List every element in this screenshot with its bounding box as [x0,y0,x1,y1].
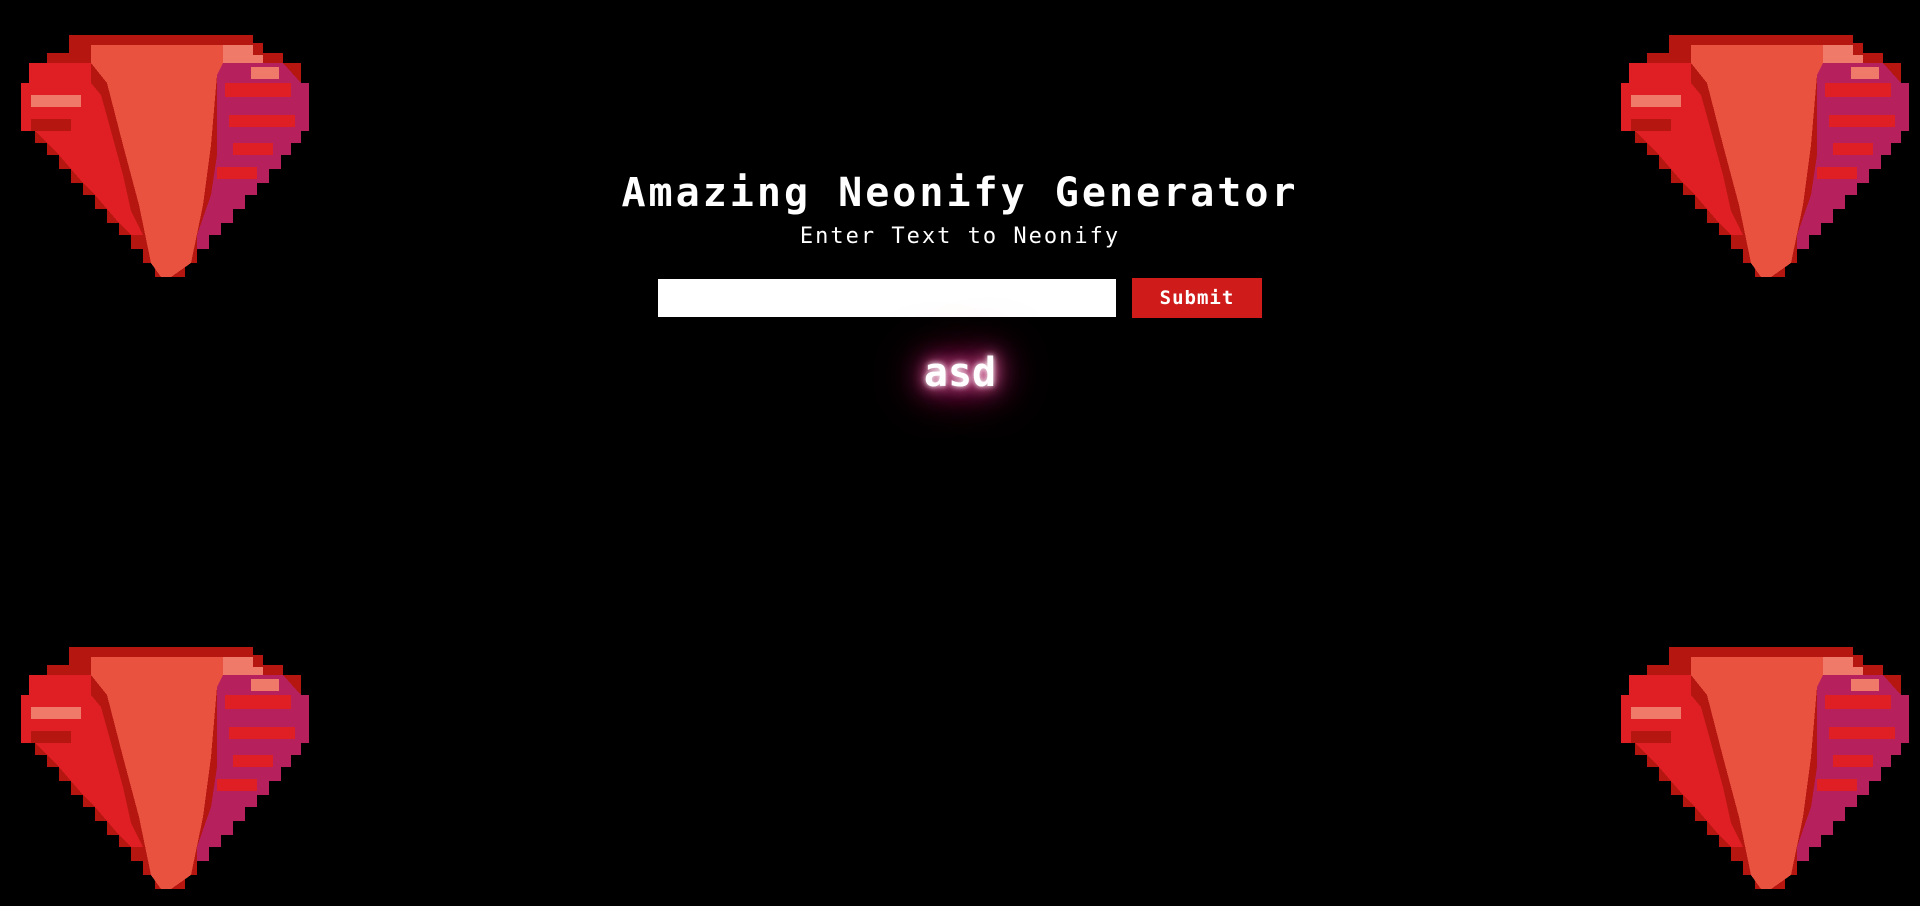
page-title: Amazing Neonify Generator [621,170,1299,216]
ruby-gem-icon [1611,647,1911,889]
neon-output-text: asd [923,350,997,396]
neonify-form: Submit [658,278,1262,318]
page-subtitle: Enter Text to Neonify [799,224,1121,249]
ruby-gem-icon [11,647,311,889]
text-input[interactable] [658,279,1116,317]
submit-button[interactable]: Submit [1132,278,1262,318]
